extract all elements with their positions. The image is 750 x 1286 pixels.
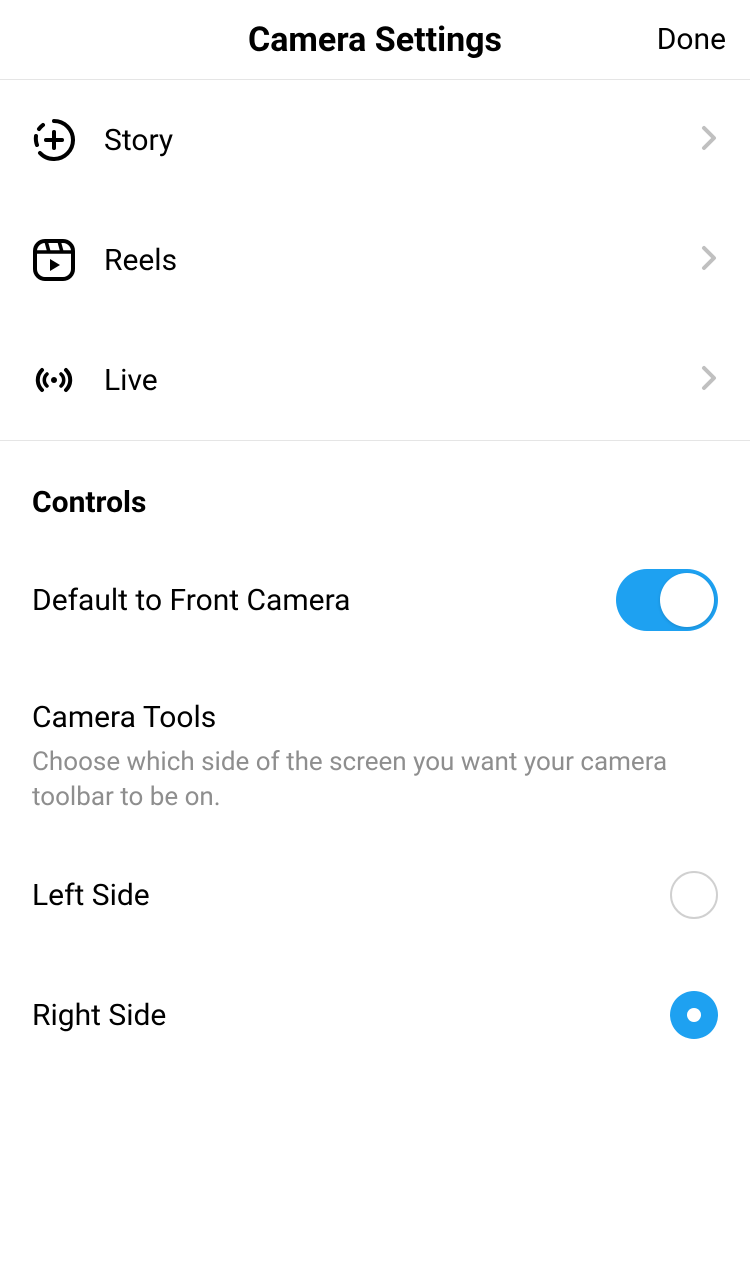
nav-item-label: Live: [104, 363, 700, 398]
radio-row-right-side[interactable]: Right Side: [32, 955, 718, 1075]
radio-row-left-side[interactable]: Left Side: [32, 835, 718, 955]
radio-selected-icon: [670, 991, 718, 1039]
chevron-right-icon: [700, 364, 720, 396]
controls-heading: Controls: [32, 441, 718, 540]
radio-unselected-icon: [670, 871, 718, 919]
nav-item-reels[interactable]: Reels: [0, 200, 750, 320]
chevron-right-icon: [700, 124, 720, 156]
chevron-right-icon: [700, 244, 720, 276]
radio-label: Left Side: [32, 878, 150, 913]
nav-item-story[interactable]: Story: [0, 80, 750, 200]
done-button[interactable]: Done: [657, 22, 726, 57]
toggle-knob: [660, 573, 714, 627]
camera-tools-description: Choose which side of the screen you want…: [32, 735, 718, 835]
nav-item-live[interactable]: Live: [0, 320, 750, 440]
radio-label: Right Side: [32, 998, 166, 1033]
story-icon: [30, 116, 78, 164]
camera-tools-heading: Camera Tools: [32, 660, 718, 735]
header: Camera Settings Done: [0, 0, 750, 80]
nav-item-label: Reels: [104, 243, 700, 278]
page-title: Camera Settings: [248, 20, 502, 60]
nav-item-label: Story: [104, 123, 700, 158]
reels-icon: [30, 236, 78, 284]
front-camera-toggle[interactable]: [616, 569, 718, 631]
nav-section: Story Reels: [0, 80, 750, 441]
controls-section: Controls Default to Front Camera Camera …: [0, 441, 750, 1075]
front-camera-row: Default to Front Camera: [32, 540, 718, 660]
live-icon: [30, 356, 78, 404]
front-camera-label: Default to Front Camera: [32, 583, 350, 618]
